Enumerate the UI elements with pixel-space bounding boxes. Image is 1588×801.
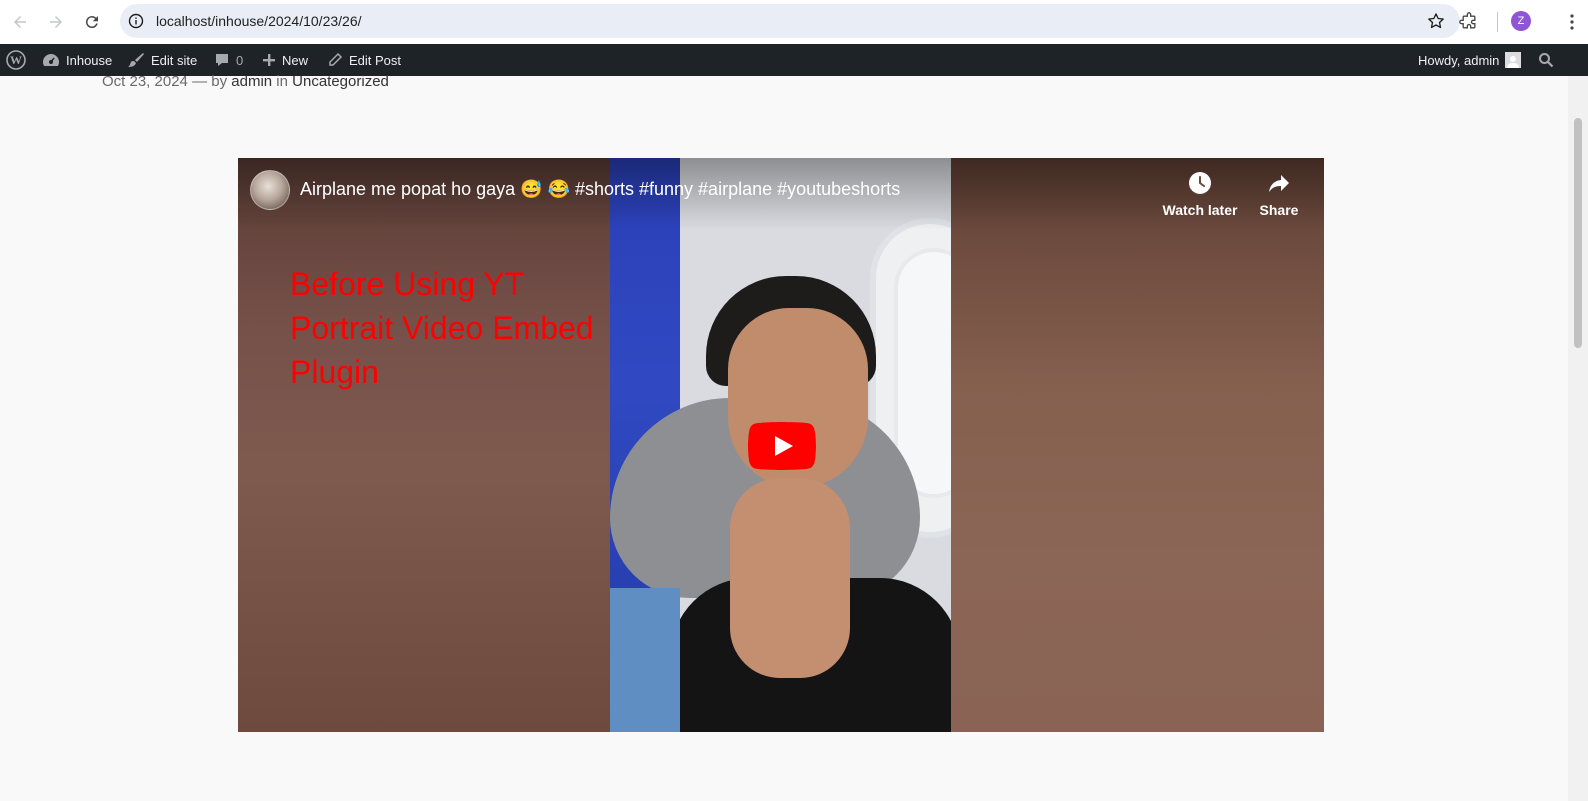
site-name-link[interactable]: Inhouse <box>42 44 112 76</box>
clock-icon <box>1187 170 1213 196</box>
svg-text:W: W <box>10 53 22 67</box>
comment-bubble-icon <box>214 52 230 68</box>
scrollbar-thumb[interactable] <box>1574 118 1582 348</box>
url-text[interactable]: localhost/inhouse/2024/10/23/26/ <box>156 13 362 29</box>
profile-avatar[interactable]: Z <box>1511 11 1531 31</box>
dashboard-gauge-icon <box>42 52 60 68</box>
page-scrollbar[interactable] <box>1568 76 1588 801</box>
toolbar-divider <box>1497 12 1498 32</box>
blurred-background-right <box>951 158 1324 732</box>
wordpress-logo-icon: W <box>6 50 26 70</box>
plus-icon <box>262 53 276 67</box>
browser-menu-button[interactable] <box>1564 10 1580 34</box>
watch-later-label: Watch later <box>1162 202 1238 218</box>
new-label: New <box>282 52 309 68</box>
post-date[interactable]: Oct 23, 2024 <box>102 73 188 90</box>
edit-post-label: Edit Post <box>349 52 402 68</box>
post-meta: Oct 23, 2024 — by admin in Uncategorized <box>102 73 389 90</box>
blue-sleeve <box>610 588 680 732</box>
wp-admin-bar: W Inhouse Edit site 0 New Edit Post Howd… <box>0 44 1588 76</box>
overlay-annotation: Before Using YT Portrait Video Embed Plu… <box>290 266 594 390</box>
pencil-icon <box>327 52 343 68</box>
new-content-link[interactable]: New <box>262 44 308 76</box>
by-prefix: — by <box>192 73 228 90</box>
address-bar[interactable]: localhost/inhouse/2024/10/23/26/ <box>120 4 1460 38</box>
wordpress-logo-button[interactable]: W <box>6 44 26 76</box>
arrow-left-icon <box>14 16 26 28</box>
post-author-link[interactable]: admin <box>231 73 272 90</box>
in-prefix: in <box>276 73 288 90</box>
video-title-link[interactable]: Airplane me popat ho gaya 😅 😂 #shorts #f… <box>300 179 900 200</box>
my-account-link[interactable]: Howdy, admin <box>1418 44 1522 76</box>
arrow-right-icon <box>50 16 62 28</box>
share-arrow-icon <box>1266 170 1292 196</box>
search-icon <box>1539 53 1554 68</box>
profile-initial: Z <box>1517 15 1525 27</box>
edit-site-link[interactable]: Edit site <box>127 44 197 76</box>
site-info-icon[interactable] <box>128 13 144 29</box>
post-category-link[interactable]: Uncategorized <box>292 73 389 90</box>
site-name-label: Inhouse <box>66 52 113 68</box>
extensions-button[interactable] <box>1457 10 1481 34</box>
back-button[interactable] <box>8 10 32 34</box>
share-label: Share <box>1259 202 1299 218</box>
kebab-menu-icon <box>1570 14 1574 30</box>
forward-button[interactable] <box>44 10 68 34</box>
blurred-background-left <box>238 158 610 732</box>
comments-link[interactable]: 0 <box>214 44 243 76</box>
video-top-bar: Airplane me popat ho gaya 😅 😂 #shorts #f… <box>238 158 1324 230</box>
thumbs-up-hand <box>730 478 850 678</box>
watch-later-button[interactable]: Watch later <box>1155 170 1245 218</box>
brush-icon <box>127 52 145 68</box>
browser-toolbar: localhost/inhouse/2024/10/23/26/ Z <box>0 0 1588 44</box>
bookmark-star-icon[interactable] <box>1426 11 1446 31</box>
share-button[interactable]: Share <box>1234 170 1324 218</box>
howdy-label: Howdy, admin <box>1418 52 1500 68</box>
user-avatar-icon <box>1505 52 1522 68</box>
admin-search-button[interactable] <box>1538 44 1554 76</box>
edit-site-label: Edit site <box>151 52 198 68</box>
youtube-embed[interactable]: Before Using YT Portrait Video Embed Plu… <box>238 158 1324 732</box>
comments-count: 0 <box>236 52 244 68</box>
channel-avatar[interactable] <box>250 170 290 210</box>
puzzle-icon <box>1459 12 1476 29</box>
play-button[interactable] <box>748 422 816 470</box>
reload-icon <box>85 16 98 29</box>
edit-post-link[interactable]: Edit Post <box>327 44 401 76</box>
reload-button[interactable] <box>80 10 104 34</box>
